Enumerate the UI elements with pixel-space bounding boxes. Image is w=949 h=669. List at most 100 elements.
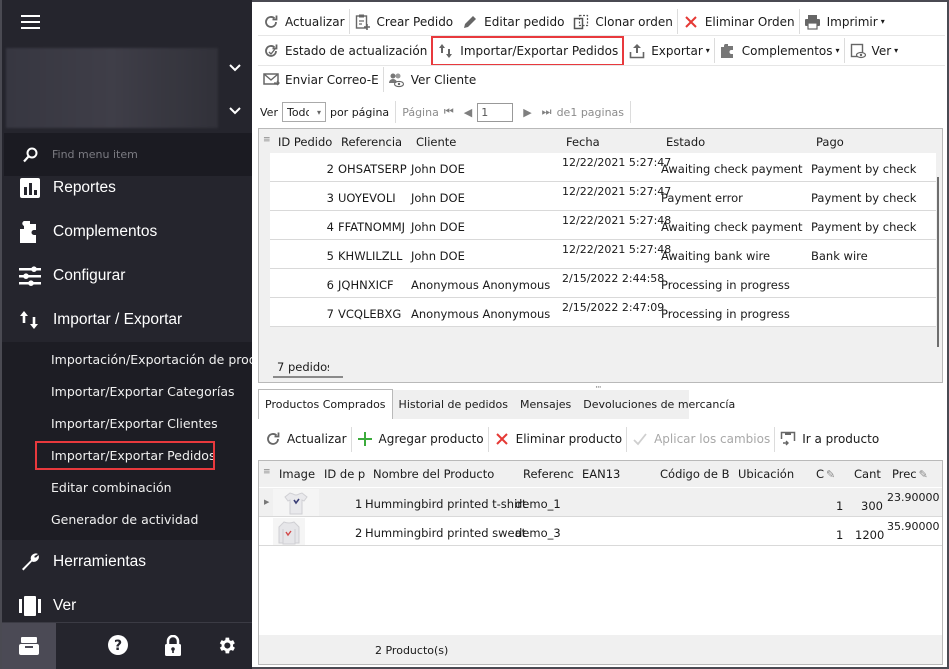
chevron-down-icon[interactable] (228, 104, 242, 118)
column-header[interactable]: Referenc (523, 467, 574, 481)
column-header[interactable]: Pago (816, 135, 844, 149)
sidebar-item-configurar[interactable]: Configurar (2, 254, 252, 298)
import-export-orders-button[interactable]: Importar/Exportar Pedidos (431, 35, 625, 66)
print-dropdown-button[interactable]: Imprimir ▾ (800, 8, 889, 35)
submenu-item[interactable]: Importar/Exportar Clientes (2, 408, 252, 440)
sweatshirt-icon (278, 520, 300, 544)
product-toolbar: Actualizar Agregar producto Eliminar pro… (260, 425, 883, 453)
sidebar-item-label: Herramientas (53, 553, 147, 570)
tab-devoluciones[interactable]: Devoluciones de mercancía (577, 390, 741, 419)
order-row[interactable]: 4 FFATNOMMJ John DOE 12/22/2021 5:27:48 Awai… (270, 211, 936, 240)
dropdown-arrow-icon: ▾ (835, 46, 840, 55)
column-header[interactable]: C ✎ (816, 467, 835, 481)
separator (630, 101, 632, 123)
export-dropdown-button[interactable]: Exportar ▾ (624, 37, 714, 64)
cell-id: 2 (355, 526, 363, 540)
detail-tabs: Productos Comprados Historial de pedidos… (258, 389, 943, 419)
column-header[interactable]: EAN13 (582, 467, 620, 481)
submenu-item[interactable]: Editar combinación (2, 472, 252, 504)
cell-customer: John DOE (411, 220, 465, 234)
tab-historial-de-pedidos[interactable]: Historial de pedidos (393, 390, 514, 419)
sidebar-item-complementos[interactable]: Complementos (2, 210, 252, 254)
chevron-down-icon[interactable] (228, 61, 242, 75)
vertical-scrollbar[interactable] (937, 177, 939, 347)
gear-icon[interactable] (216, 635, 237, 659)
blurred-store-selector[interactable] (6, 48, 218, 128)
column-header[interactable]: Prec ✎ (892, 467, 928, 481)
import-export-submenu: Importación/Exportación de prod... Impor… (2, 342, 252, 540)
sidebar-item-importar-exportar[interactable]: Importar / Exportar (2, 298, 252, 342)
lock-icon[interactable] (164, 634, 182, 659)
view-dropdown-button[interactable]: Ver ▾ (845, 37, 903, 64)
help-icon[interactable]: ? (108, 635, 128, 658)
cell-id: 2 (326, 162, 334, 176)
column-header[interactable]: Cliente (416, 135, 456, 149)
tab-mensajes[interactable]: Mensajes (514, 390, 577, 419)
hamburger-menu-icon[interactable] (21, 15, 40, 29)
cell-payment: Payment by check (811, 191, 917, 205)
create-order-button[interactable]: Crear Pedido (350, 8, 458, 35)
submenu-item[interactable]: Importar/Exportar Categorías (2, 376, 252, 408)
last-page-icon[interactable]: ⏭ (542, 105, 552, 119)
product-row[interactable]: ▶ 1 Hummingbird printed t-shirt demo_1 1… (259, 488, 942, 517)
update-status-button[interactable]: Estado de actualización (258, 37, 431, 64)
tab-productos-comprados[interactable]: Productos Comprados (258, 389, 393, 419)
column-header[interactable]: ID Pedido (278, 135, 332, 149)
column-header[interactable]: Cant (854, 467, 881, 481)
order-row[interactable]: 7 VCQLEBXG Anonymous Anonymous 2/15/2022 2:… (270, 298, 936, 327)
order-row[interactable]: 5 KHWLILZLL John DOE 12/22/2021 5:27:48 Awai… (270, 240, 936, 269)
delete-order-button[interactable]: Eliminar Orden (678, 8, 799, 35)
column-header[interactable]: Referencia (341, 135, 402, 149)
submenu-item-selected[interactable]: Importar/Exportar Pedidos (2, 440, 252, 472)
order-row[interactable]: 3 UOYEVOLI John DOE 12/22/2021 5:27:47 Payme… (270, 182, 936, 211)
column-header[interactable]: Nombre del Producto (373, 467, 494, 481)
orders-grid-header: ≡ ID Pedido Referencia Cliente Fecha Est… (259, 129, 942, 153)
main-panel: Actualizar Crear Pedido Editar pedido Cl… (252, 0, 949, 669)
clone-order-button[interactable]: Clonar orden (568, 8, 676, 35)
edit-order-button[interactable]: Editar pedido (457, 8, 568, 35)
toolbar-row-2: Estado de actualización Importar/Exporta… (258, 35, 903, 66)
refresh-button[interactable]: Actualizar (258, 8, 349, 35)
prev-page-icon[interactable]: ◀ (464, 106, 472, 119)
view-customer-button[interactable]: Ver Cliente (384, 66, 481, 93)
refresh-check-icon (262, 42, 280, 60)
send-email-label: Enviar Correo-E (285, 72, 379, 87)
addons-dropdown-button[interactable]: Complementos ▾ (715, 37, 844, 64)
column-header[interactable]: Image (279, 467, 315, 481)
column-header[interactable]: Estado (666, 135, 705, 149)
sidebar-item-reportes[interactable]: Reportes (2, 166, 252, 210)
submenu-item[interactable]: Generador de actividad (2, 504, 252, 536)
cell-quantity: 1200 (855, 528, 885, 542)
first-page-icon[interactable]: ⏮ (444, 105, 454, 119)
inbox-button[interactable] (2, 622, 56, 669)
send-email-button[interactable]: Enviar Correo-E (258, 66, 383, 93)
submenu-item[interactable]: Importación/Exportación de prod... (2, 344, 252, 376)
page-number-input[interactable] (477, 102, 514, 122)
cell-reference: UOYEVOLI (338, 191, 396, 205)
column-chooser-icon[interactable]: ≡ (263, 467, 271, 477)
column-chooser-icon[interactable]: ≡ (263, 135, 271, 145)
cell-id: 4 (326, 220, 334, 234)
column-header[interactable]: ID de p (324, 467, 365, 481)
cell-id: 3 (326, 191, 334, 205)
apply-changes-button[interactable]: Aplicar los cambios (627, 426, 774, 453)
cell-status: Payment error (661, 191, 743, 205)
per-page-select[interactable]: Todo ▾ (281, 102, 326, 122)
sidebar-item-herramientas[interactable]: Herramientas (2, 540, 252, 584)
highlight-box (35, 441, 215, 470)
column-header[interactable]: Fecha (566, 135, 600, 149)
add-product-button[interactable]: Agregar producto (352, 426, 488, 453)
cell-price: 35.90000 (887, 520, 940, 533)
refresh-products-button[interactable]: Actualizar (260, 426, 351, 453)
order-row[interactable]: 2 OHSATSERP John DOE 12/22/2021 5:27:47 Awai… (270, 153, 936, 182)
menu-search-input[interactable] (52, 148, 232, 161)
column-header[interactable]: Código de Ba (660, 467, 730, 481)
cell-id: 6 (326, 278, 334, 292)
next-page-icon[interactable]: ▶ (523, 106, 531, 119)
column-header[interactable]: Ubicación (738, 467, 794, 481)
wrench-icon (19, 551, 41, 573)
order-row[interactable]: 6 JQHNXICF Anonymous Anonymous 2/15/2022 2:… (270, 269, 936, 298)
go-to-product-button[interactable]: Ir a producto (775, 426, 883, 453)
delete-product-button[interactable]: Eliminar producto (489, 426, 626, 453)
product-row[interactable]: 2 Hummingbird printed sweat demo_3 1 120… (259, 517, 942, 546)
